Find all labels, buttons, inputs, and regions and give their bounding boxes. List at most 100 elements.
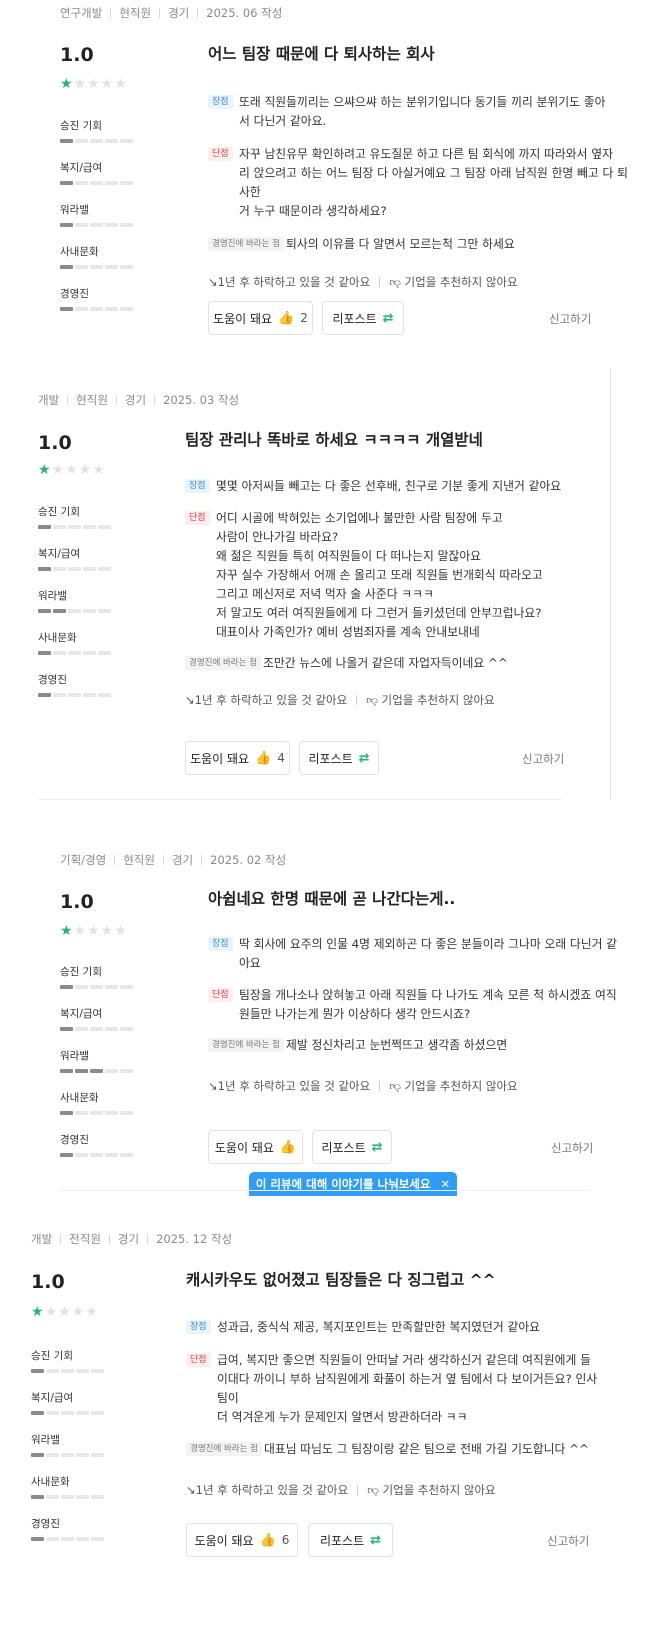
rating-label: 승진 기회 bbox=[31, 1350, 73, 1362]
rating-label: 경영진 bbox=[38, 674, 67, 686]
rating-label: 경영진 bbox=[60, 1134, 89, 1146]
rating-bar bbox=[60, 223, 150, 227]
star-icon: ★★★★ bbox=[44, 1304, 99, 1320]
review-title: 팀장 관리나 똑바로 하세요 ㅋㅋㅋㅋ 개열받네 bbox=[185, 431, 483, 449]
rating-label: 사내문화 bbox=[60, 1092, 99, 1104]
repost-button[interactable]: 리포스트 ⇄ bbox=[322, 301, 404, 335]
star-icon: ★ bbox=[60, 923, 74, 939]
rating-label: 복지/급여 bbox=[38, 548, 81, 560]
trend-down-icon: ↘ bbox=[208, 1079, 218, 1093]
discussion-popup[interactable]: 이 리뷰에 대해 이야기를 나눠보세요 ✕ bbox=[249, 1172, 457, 1196]
rating-bar bbox=[31, 1369, 121, 1373]
repost-icon: ⇄ bbox=[358, 750, 370, 766]
thumb-down-icon: 👎︎ bbox=[389, 1079, 405, 1093]
outlook-row: ↘1년 후 하락하고 있을 것 같아요 👎︎ 기업을 추천하지 않아요 bbox=[208, 275, 518, 289]
repost-button[interactable]: 리포스트 ⇄ bbox=[308, 1523, 393, 1557]
thumb-up-icon: 👍 bbox=[255, 750, 272, 766]
review-body: 캐시카우도 없어졌고 팀장들은 다 징그럽고 ^^ 장점 성과급, 중식식 제공… bbox=[186, 1268, 606, 1498]
report-link[interactable]: 신고하기 bbox=[549, 311, 591, 327]
rating-breakdown: 승진 기회 복지/급여 워라밸 사내문화 경영진 bbox=[60, 118, 150, 328]
helpful-button[interactable]: 도움이 돼요 👍 2 bbox=[208, 301, 313, 335]
review-title: 아쉽네요 한명 때문에 곧 나간다는게.. bbox=[208, 890, 456, 908]
repost-button[interactable]: 리포스트 ⇄ bbox=[299, 741, 379, 775]
review-meta: 개발 전직원 경기 2025. 12 작성 bbox=[31, 1232, 233, 1246]
thumb-down-icon: 👎︎ bbox=[367, 1483, 383, 1497]
rating-bar bbox=[31, 1453, 121, 1457]
repost-icon: ⇄ bbox=[382, 310, 394, 326]
rating-bar bbox=[60, 265, 150, 269]
rating-bar bbox=[38, 651, 128, 655]
rating-bar bbox=[60, 139, 150, 143]
review-score: 1.0 bbox=[60, 44, 94, 66]
rating-label: 승진 기회 bbox=[38, 506, 80, 518]
cons-text: 단점 자꾸 남친유무 확인하려고 유도질문 하고 다른 팀 회식에 까지 따라와… bbox=[208, 145, 628, 221]
cons-tag: 단점 bbox=[208, 988, 233, 1002]
review-divider bbox=[38, 799, 562, 800]
rating-label: 사내문화 bbox=[38, 632, 77, 644]
review-title: 캐시카우도 없어졌고 팀장들은 다 징그럽고 ^^ bbox=[186, 1271, 496, 1289]
pros-tag: 장점 bbox=[185, 479, 210, 493]
report-link[interactable]: 신고하기 bbox=[551, 1140, 593, 1156]
pros-text: 장점 딱 회사에 요주의 인물 4명 제외하곤 다 좋은 분들이라 그나마 오래… bbox=[208, 935, 628, 973]
rating-bar bbox=[60, 181, 150, 185]
rating-breakdown: 승진 기회 복지/급여 워라밸 사내문화 경영진 bbox=[31, 1348, 121, 1558]
star-icon: ★ bbox=[38, 462, 52, 478]
cons-text: 단점 어디 시골에 박혀있는 소기업에나 불만한 사람 팀장에 두고 사람이 안… bbox=[185, 509, 605, 642]
rating-bar bbox=[38, 567, 128, 571]
helpful-button[interactable]: 도움이 돼요 👍 6 bbox=[186, 1523, 298, 1557]
trend-down-icon: ↘ bbox=[186, 1483, 196, 1497]
star-icon: ★★★★ bbox=[73, 923, 128, 939]
rating-bar bbox=[60, 1069, 150, 1073]
rating-bar bbox=[60, 1111, 150, 1115]
rating-label: 워라밸 bbox=[60, 204, 89, 216]
frame-border bbox=[610, 368, 611, 800]
rating-label: 복지/급여 bbox=[60, 1008, 103, 1020]
close-icon[interactable]: ✕ bbox=[441, 1177, 451, 1191]
rating-bar bbox=[31, 1411, 121, 1415]
cons-text: 단점 급여, 복지만 좋으면 직원들이 안떠날 거라 생각하신거 같은데 여직원… bbox=[186, 1351, 606, 1427]
rating-bar bbox=[60, 1153, 150, 1157]
review-meta: 연구개발 현직원 경기 2025. 06 작성 bbox=[60, 6, 283, 20]
helpful-button[interactable]: 도움이 돼요 👍 4 bbox=[185, 741, 290, 775]
rating-label: 승진 기회 bbox=[60, 120, 102, 132]
pros-tag: 장점 bbox=[186, 1320, 211, 1334]
rating-bar bbox=[60, 307, 150, 311]
outlook-row: ↘1년 후 하락하고 있을 것 같아요 👎︎ 기업을 추천하지 않아요 bbox=[185, 693, 495, 707]
report-link[interactable]: 신고하기 bbox=[522, 751, 564, 767]
wish-tag: 경영진에 바라는 점 bbox=[208, 1038, 284, 1052]
rating-label: 워라밸 bbox=[31, 1434, 60, 1446]
rating-bar bbox=[38, 525, 128, 529]
report-link[interactable]: 신고하기 bbox=[547, 1533, 589, 1549]
review-meta: 기획/경영 현직원 경기 2025. 02 작성 bbox=[60, 853, 287, 867]
cons-text: 단점 팀장을 개나소나 앉혀놓고 아래 직원들 다 나가도 계속 모른 척 하시… bbox=[208, 986, 628, 1024]
wish-tag: 경영진에 바라는 점 bbox=[186, 1442, 262, 1456]
repost-button[interactable]: 리포스트 ⇄ bbox=[312, 1130, 392, 1164]
rating-bar bbox=[38, 693, 128, 697]
repost-icon: ⇄ bbox=[371, 1139, 383, 1155]
star-icon: ★ bbox=[60, 76, 74, 92]
thumb-down-icon: 👎︎ bbox=[366, 693, 382, 707]
rating-label: 복지/급여 bbox=[60, 162, 103, 174]
star-icon: ★★★★ bbox=[73, 76, 128, 92]
rating-label: 경영진 bbox=[31, 1518, 60, 1530]
helpful-count: 2 bbox=[300, 311, 308, 325]
trend-down-icon: ↘ bbox=[185, 693, 195, 707]
rating-bar bbox=[31, 1495, 121, 1499]
wish-text: 경영진에 바라는 점 제발 정신차리고 눈번쩍뜨고 생각좀 하셨으면 bbox=[208, 1036, 628, 1055]
wish-tag: 경영진에 바라는 점 bbox=[208, 237, 284, 251]
cons-tag: 단점 bbox=[208, 147, 233, 161]
rating-breakdown: 승진 기회 복지/급여 워라밸 사내문화 경영진 bbox=[60, 964, 150, 1174]
star-icon: ★ bbox=[31, 1304, 45, 1320]
wish-text: 경영진에 바라는 점 대표님 따님도 그 팀장이랑 같은 팀으로 전배 가길 기… bbox=[186, 1440, 606, 1459]
star-rating: ★★★★★ bbox=[38, 463, 106, 477]
rating-label: 워라밸 bbox=[60, 1050, 89, 1062]
outlook-row: ↘1년 후 하락하고 있을 것 같아요 👎︎ 기업을 추천하지 않아요 bbox=[186, 1483, 496, 1497]
repost-icon: ⇄ bbox=[370, 1532, 382, 1548]
thumb-up-icon: 👍 bbox=[279, 1139, 297, 1155]
helpful-button[interactable]: 도움이 돼요 👍 bbox=[208, 1130, 303, 1164]
cons-tag: 단점 bbox=[186, 1353, 211, 1367]
pros-text: 장점 또래 직원들끼리는 으쌰으쌰 하는 분위기입니다 동기들 끼리 분위기도 … bbox=[208, 93, 628, 131]
wish-tag: 경영진에 바라는 점 bbox=[185, 656, 261, 670]
helpful-count: 6 bbox=[281, 1533, 290, 1547]
review-body: 어느 팀장 때문에 다 퇴사하는 회사 장점 또래 직원들끼리는 으쌰으쌰 하는… bbox=[208, 42, 628, 290]
